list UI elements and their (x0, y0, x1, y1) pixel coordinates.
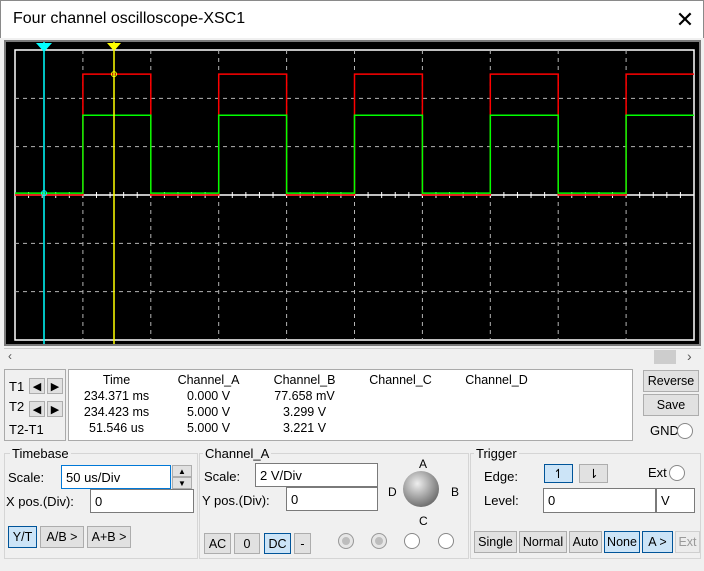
save-button[interactable]: Save (643, 394, 699, 416)
trigger-a-button[interactable]: A > (642, 531, 673, 553)
oscilloscope-display (4, 40, 701, 346)
invert-button[interactable]: - (294, 533, 311, 554)
scale-down-button[interactable]: ▼ (172, 477, 192, 489)
channel-b-trace (15, 114, 694, 194)
measurement-readout: Time Channel_A Channel_B Channel_C Chann… (68, 369, 633, 441)
knob-label-a: A (419, 457, 428, 471)
rising-edge-icon[interactable]: ↿ (544, 464, 573, 483)
title-bar: Four channel oscilloscope-XSC1 ✕ (0, 0, 704, 38)
t1-time: 234.371 ms (83, 389, 150, 403)
reverse-button[interactable]: Reverse (643, 370, 699, 392)
knob-label-d: D (388, 485, 397, 499)
xpos-input[interactable]: 0 (90, 489, 194, 513)
falling-edge-icon[interactable]: ⇂ (579, 464, 608, 483)
normal-button[interactable]: Normal (519, 531, 567, 553)
auto-button[interactable]: Auto (569, 531, 602, 553)
t1-channel-b: 77.658 mV (274, 389, 335, 403)
timebase-title: Timebase (10, 446, 71, 461)
xpos-label: X pos.(Div): (6, 494, 74, 509)
horizontal-scrollbar[interactable]: ‹ › (4, 348, 701, 364)
channel-d-radio[interactable] (438, 533, 454, 549)
ext-radio[interactable] (669, 465, 685, 481)
header-channel-c: Channel_C (369, 373, 432, 387)
level-unit[interactable]: V (656, 488, 695, 513)
delta-channel-b: 3.221 V (282, 421, 327, 435)
scroll-right-icon[interactable]: › (687, 348, 692, 364)
cursor-controls: T1 ◀ ▶ T2 ◀ ▶ T2-T1 (4, 369, 66, 441)
delta-channel-a: 5.000 V (186, 421, 231, 435)
waveform-plot (14, 42, 695, 344)
knob-label-b: B (451, 485, 460, 499)
t2-left-button[interactable]: ◀ (29, 401, 45, 417)
level-label: Level: (484, 493, 519, 508)
t2-t1-label: T2-T1 (9, 422, 44, 437)
header-time: Time (102, 373, 131, 387)
delta-time: 51.546 us (89, 421, 144, 435)
ypos-input[interactable]: 0 (286, 487, 378, 511)
zero-button[interactable]: 0 (234, 533, 260, 554)
close-button[interactable]: ✕ (669, 5, 701, 35)
header-channel-b: Channel_B (273, 373, 336, 387)
t2-channel-a: 5.000 V (186, 405, 231, 419)
ac-button[interactable]: AC (204, 533, 231, 554)
ext-label: Ext (648, 465, 667, 480)
t2-time: 234.423 ms (83, 405, 150, 419)
channel-a-radio[interactable] (338, 533, 354, 549)
none-button[interactable]: None (604, 531, 640, 553)
level-input[interactable]: 0 (543, 488, 656, 513)
dc-button[interactable]: DC (264, 533, 291, 554)
knob-label-c: C (419, 514, 428, 528)
channel-scale-input[interactable]: 2 V/Div (255, 463, 378, 487)
channel-selector-knob[interactable] (403, 471, 439, 507)
trigger-ext-button[interactable]: Ext (675, 531, 700, 553)
scrollbar-thumb[interactable] (654, 350, 676, 364)
single-button[interactable]: Single (474, 531, 517, 553)
timebase-scale-label: Scale: (8, 470, 45, 485)
t2-channel-b: 3.299 V (282, 405, 327, 419)
channel-title: Channel_A (203, 446, 272, 461)
header-channel-a: Channel_A (177, 373, 240, 387)
scroll-left-icon[interactable]: ‹ (8, 349, 12, 363)
a-over-b-button[interactable]: A/B > (40, 526, 84, 548)
t1-channel-a: 0.000 V (186, 389, 231, 403)
scale-up-button[interactable]: ▲ (172, 465, 192, 477)
a-plus-b-button[interactable]: A+B > (87, 526, 131, 548)
channel-b-radio[interactable] (371, 533, 387, 549)
t2-right-button[interactable]: ▶ (47, 401, 63, 417)
channel-c-radio[interactable] (404, 533, 420, 549)
timebase-scale-input[interactable]: 50 us/Div (61, 465, 171, 489)
gnd-label: GND (650, 423, 679, 438)
t1-left-button[interactable]: ◀ (29, 378, 45, 394)
trigger-title: Trigger (474, 446, 519, 461)
window-title: Four channel oscilloscope-XSC1 (13, 10, 246, 27)
t1-label: T1 (9, 379, 25, 394)
channel-scale-label: Scale: (204, 469, 241, 484)
edge-label: Edge: (484, 469, 518, 484)
ypos-label: Y pos.(Div): (202, 493, 270, 508)
yt-button[interactable]: Y/T (8, 526, 37, 548)
t2-label: T2 (9, 399, 25, 414)
t1-right-button[interactable]: ▶ (47, 378, 63, 394)
header-channel-d: Channel_D (465, 373, 528, 387)
gnd-radio[interactable] (677, 423, 693, 439)
